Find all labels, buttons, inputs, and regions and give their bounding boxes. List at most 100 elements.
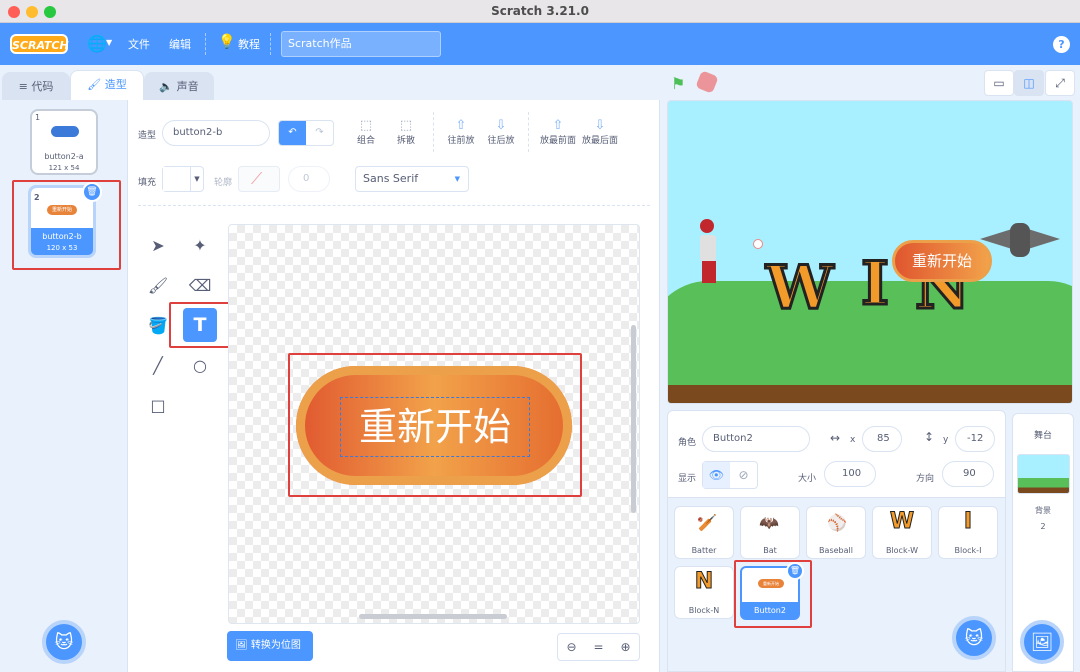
chevron-down-icon[interactable]: ▼	[106, 38, 112, 47]
forward-button[interactable]: ⇧ 往前放	[446, 118, 476, 146]
stage-selector[interactable]: 舞台 背景 2 🖼	[1012, 413, 1074, 672]
add-costume-button[interactable]: 🐱	[42, 620, 86, 664]
sprite-name-input[interactable]: Button2	[702, 426, 810, 452]
costume-thumbnail: 重新开始	[47, 205, 77, 215]
stop-icon[interactable]	[695, 70, 719, 94]
tab-sounds[interactable]: 🔈 声音	[144, 72, 214, 100]
brush-icon: 🖌	[87, 78, 105, 91]
ungroup-button[interactable]: ⬚ 拆散	[393, 118, 419, 146]
edit-menu[interactable]: 编辑	[169, 36, 191, 52]
size-input[interactable]: 100	[824, 461, 876, 487]
restart-button-sprite[interactable]: 重新开始	[892, 240, 992, 282]
speaker-icon: 🔈	[159, 80, 177, 93]
minimize-window-button[interactable]	[26, 6, 38, 18]
fill-color-picker[interactable]: ▼	[162, 166, 204, 192]
block-i-sprite[interactable]: I	[859, 248, 890, 321]
sprite-tile-baseball[interactable]: ⚾ Baseball	[806, 506, 866, 559]
costume-name-input[interactable]: button2-b	[162, 120, 270, 146]
drawing-canvas[interactable]: 重新开始	[228, 224, 640, 624]
forward-icon: ⇧	[455, 118, 467, 133]
redo-icon[interactable]: ↷	[306, 121, 333, 145]
outline-width-input[interactable]: 0	[288, 166, 330, 192]
tab-code[interactable]: ≡ 代码	[2, 72, 70, 100]
undo-icon[interactable]: ↶	[279, 121, 306, 145]
vertical-scrollbar[interactable]	[631, 325, 636, 513]
baseball-sprite[interactable]	[753, 239, 763, 249]
vertical-arrows-icon: ↕	[924, 430, 935, 444]
ungroup-icon: ⬚	[399, 118, 413, 133]
ground	[668, 385, 1072, 403]
font-select[interactable]: Sans Serif ▼	[355, 166, 469, 192]
large-stage-button[interactable]: ◫	[1014, 70, 1044, 96]
stage-canvas[interactable]: W I N 重新开始	[667, 100, 1073, 404]
paint-editor: 造型 button2-b ↶ ↷ ⬚ 组合 ⬚ 拆散 ⇧ 往前放 ⇩ 往后放 ⇧ 放最前面…	[128, 100, 660, 672]
toolbar-separator	[433, 112, 434, 152]
costume-size: 120 x 53	[46, 244, 78, 252]
convert-bitmap-button[interactable]: 🖼 转换为位图	[227, 631, 313, 661]
sprite-tile-bat[interactable]: 🦇 Bat	[740, 506, 800, 559]
back-button[interactable]: ⇩ 放最后面	[580, 118, 620, 146]
trash-icon[interactable]: 🗑	[82, 182, 102, 202]
small-stage-icon: ▭	[993, 76, 1005, 90]
tutorials-menu[interactable]: 教程	[238, 36, 260, 52]
zoom-window-button[interactable]	[44, 6, 56, 18]
x-input[interactable]: 85	[862, 426, 902, 452]
close-window-button[interactable]	[8, 6, 20, 18]
direction-input[interactable]: 90	[942, 461, 994, 487]
add-backdrop-button[interactable]: 🖼	[1020, 620, 1064, 664]
block-w-thumbnail: W	[889, 509, 915, 535]
help-icon[interactable]: ?	[1053, 36, 1070, 53]
bat-icon: 🦇	[759, 513, 779, 532]
globe-icon[interactable]: 🌐	[87, 34, 107, 53]
sprite-tile-block-i[interactable]: I Block-I	[938, 506, 998, 559]
block-w-sprite[interactable]: W	[764, 252, 834, 325]
horizontal-scrollbar[interactable]	[359, 614, 507, 619]
tab-costumes[interactable]: 🖌 造型	[70, 70, 144, 100]
costume-tile-selected[interactable]: 2 重新开始 button2-b 120 x 53 🗑	[28, 182, 102, 258]
scratch-logo[interactable]: SCRATCH	[10, 34, 69, 54]
trash-icon[interactable]: 🗑	[786, 562, 804, 580]
small-stage-button[interactable]: ▭	[984, 70, 1014, 96]
y-input[interactable]: -12	[955, 426, 995, 452]
group-button[interactable]: ⬚ 组合	[353, 118, 379, 146]
costume-tile[interactable]: 1 button2-a 121 x 54	[30, 109, 98, 175]
backdrop-thumbnail	[1017, 454, 1070, 494]
brush-tool[interactable]: 🖌	[141, 268, 175, 302]
eye-hidden-icon[interactable]: ⊘	[730, 462, 757, 488]
sprite-tile-block-n[interactable]: N Block-N	[674, 566, 734, 619]
outline-color-picker[interactable]: ⟋	[238, 166, 280, 192]
batter-legs	[702, 261, 716, 283]
large-stage-icon: ◫	[1023, 76, 1035, 90]
front-button[interactable]: ⇧ 放最前面	[538, 118, 578, 146]
zoom-reset-button[interactable]: =	[585, 634, 612, 660]
line-icon: ╱	[153, 355, 163, 375]
file-menu[interactable]: 文件	[128, 36, 150, 52]
eye-icon[interactable]: 👁	[703, 462, 730, 488]
sprite-tile-batter[interactable]: 🏏 Batter	[674, 506, 734, 559]
add-sprite-button[interactable]: 🐱	[952, 616, 996, 660]
backward-button[interactable]: ⇩ 往后放	[486, 118, 516, 146]
code-icon: ≡	[18, 80, 32, 93]
project-title-input[interactable]: Scratch作品	[281, 31, 441, 57]
batter-sprite[interactable]	[688, 211, 728, 286]
zoom-in-icon[interactable]: ⊕	[612, 634, 639, 660]
fullscreen-button[interactable]: ⤢	[1045, 70, 1075, 96]
line-tool[interactable]: ╱	[141, 348, 175, 382]
zoom-out-icon[interactable]: ⊖	[558, 634, 585, 660]
bat-sprite[interactable]	[980, 219, 1060, 269]
eraser-tool[interactable]: ⌫	[183, 268, 217, 302]
sprite-tile-button2[interactable]: 重新开始 Button2 🗑	[740, 562, 804, 620]
canvas-text[interactable]: 重新开始	[340, 397, 530, 457]
reshape-tool[interactable]: ✦	[183, 228, 217, 262]
lightbulb-icon[interactable]: 💡	[218, 34, 235, 50]
sprite-info-panel: 角色 Button2 ↔ x 85 ↕ y -12 显示 👁 ⊘ 大小 100 …	[667, 410, 1006, 498]
green-flag-icon[interactable]: ⚑	[671, 74, 685, 93]
select-tool[interactable]: ➤	[141, 228, 175, 262]
rectangle-tool[interactable]: □	[141, 388, 175, 422]
size-label: 大小	[798, 474, 817, 484]
sprite-tile-block-w[interactable]: W Block-W	[872, 506, 932, 559]
text-tool[interactable]: T	[183, 308, 217, 342]
window-title-bar: Scratch 3.21.0	[0, 0, 1080, 23]
circle-tool[interactable]: ○	[183, 348, 217, 382]
batter-icon: 🏏	[697, 513, 717, 532]
